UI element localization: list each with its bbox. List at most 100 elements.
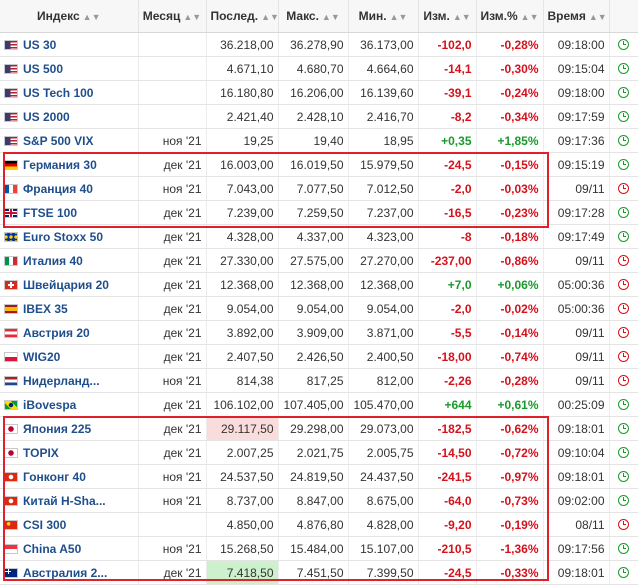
table-row[interactable]: TOPIX дек '21 2.007,25 2.021,75 2.005,75 -14,…: [0, 440, 638, 465]
index-name-cell[interactable]: China A50: [0, 536, 139, 561]
sort-icon[interactable]: ▲▼: [521, 12, 539, 22]
index-name-link[interactable]: IBEX 35: [23, 302, 68, 316]
index-name-link[interactable]: Euro Stoxx 50: [23, 230, 103, 244]
time-cell: 09:18:01: [543, 560, 610, 585]
index-name-link[interactable]: Гонконг 40: [23, 470, 86, 484]
index-name-link[interactable]: Швейцария 20: [23, 278, 109, 292]
column-header-low[interactable]: Мин. ▲▼: [348, 0, 419, 33]
column-header-high[interactable]: Макс. ▲▼: [278, 0, 349, 33]
index-name-cell[interactable]: Австрия 20: [0, 320, 139, 345]
month-cell: дек '21: [138, 248, 207, 273]
index-name-link[interactable]: CSI 300: [23, 518, 66, 532]
change-pct-cell: -0,62%: [476, 416, 544, 441]
change-cell: -5,5: [418, 320, 477, 345]
column-header-index[interactable]: Индекс ▲▼: [0, 0, 139, 33]
index-name-cell[interactable]: Китай H-Sha...: [0, 488, 139, 513]
index-name-link[interactable]: Франция 40: [23, 182, 93, 196]
table-row[interactable]: Швейцария 20 дек '21 12.368,00 12.368,00 12.…: [0, 272, 638, 297]
index-name-cell[interactable]: Швейцария 20: [0, 272, 139, 297]
index-name-cell[interactable]: Япония 225: [0, 416, 139, 441]
table-row[interactable]: CSI 300 4.850,00 4.876,80 4.828,00 -9,20 -0,1…: [0, 512, 638, 537]
index-name-link[interactable]: Италия 40: [23, 254, 83, 268]
sort-icon[interactable]: ▲▼: [453, 12, 471, 22]
sort-icon[interactable]: ▲▼: [83, 12, 101, 22]
table-row[interactable]: S&P 500 VIX ноя '21 19,25 19,40 18,95 +0,35 +1…: [0, 128, 638, 153]
column-header-change-pct[interactable]: Изм.% ▲▼: [476, 0, 544, 33]
change-pct-cell: -0,14%: [476, 320, 544, 345]
index-name-link[interactable]: FTSE 100: [23, 206, 77, 220]
flag-icon-jp: [4, 423, 18, 434]
index-name-cell[interactable]: US 30: [0, 32, 139, 57]
index-name-link[interactable]: China A50: [23, 542, 81, 556]
sort-icon[interactable]: ▲▼: [322, 12, 340, 22]
index-name-cell[interactable]: Euro Stoxx 50: [0, 224, 139, 249]
table-row[interactable]: Euro Stoxx 50 дек '21 4.328,00 4.337,00 4.32…: [0, 224, 638, 249]
index-name-cell[interactable]: S&P 500 VIX: [0, 128, 139, 153]
column-header-month[interactable]: Месяц ▲▼: [138, 0, 207, 33]
sort-icon[interactable]: ▲▼: [589, 12, 607, 22]
index-name-link[interactable]: US Tech 100: [23, 86, 93, 100]
sort-icon[interactable]: ▲▼: [183, 12, 201, 22]
table-row[interactable]: Гонконг 40 ноя '21 24.537,50 24.819,50 24.43…: [0, 464, 638, 489]
table-row[interactable]: iBovespa дек '21 106.102,00 107.405,00 105.4…: [0, 392, 638, 417]
index-name-link[interactable]: Австралия 2...: [23, 566, 107, 580]
sort-icon[interactable]: ▲▼: [261, 12, 279, 22]
column-header-time[interactable]: Время ▲▼: [543, 0, 610, 33]
index-name-link[interactable]: Германия 30: [23, 158, 97, 172]
table-row[interactable]: US Tech 100 16.180,80 16.206,00 16.139,60 -3…: [0, 80, 638, 105]
index-name-cell[interactable]: iBovespa: [0, 392, 139, 417]
index-name-cell[interactable]: FTSE 100: [0, 200, 139, 225]
index-name-link[interactable]: WIG20: [23, 350, 60, 364]
column-header-change[interactable]: Изм. ▲▼: [418, 0, 477, 33]
index-name-link[interactable]: US 2000: [23, 110, 70, 124]
index-name-link[interactable]: S&P 500 VIX: [23, 134, 94, 148]
table-row[interactable]: Германия 30 дек '21 16.003,00 16.019,50 15.9…: [0, 152, 638, 177]
table-row[interactable]: Австралия 2... дек '21 7.418,50 7.451,50 7.3…: [0, 560, 638, 585]
index-name-link[interactable]: US 500: [23, 62, 63, 76]
table-row[interactable]: US 500 4.671,10 4.680,70 4.664,60 -14,1 -0,30…: [0, 56, 638, 81]
table-row[interactable]: Италия 40 дек '21 27.330,00 27.575,00 27.270…: [0, 248, 638, 273]
index-name-cell[interactable]: Италия 40: [0, 248, 139, 273]
change-cell: +7,0: [418, 272, 477, 297]
table-row[interactable]: Франция 40 ноя '21 7.043,00 7.077,50 7.012,5…: [0, 176, 638, 201]
table-row[interactable]: Япония 225 дек '21 29.117,50 29.298,00 29.07…: [0, 416, 638, 441]
table-row[interactable]: US 2000 2.421,40 2.428,10 2.416,70 -8,2 -0,34…: [0, 104, 638, 129]
index-name-link[interactable]: US 30: [23, 38, 56, 52]
high-price-cell: 4.680,70: [278, 56, 349, 81]
month-cell: дек '21: [138, 320, 207, 345]
time-cell: 09:18:00: [543, 32, 610, 57]
index-name-cell[interactable]: Франция 40: [0, 176, 139, 201]
index-name-link[interactable]: TOPIX: [23, 446, 59, 460]
low-price-cell: 7.399,50: [348, 560, 419, 585]
high-price-cell: 24.819,50: [278, 464, 349, 489]
index-name-cell[interactable]: Гонконг 40: [0, 464, 139, 489]
table-row[interactable]: Китай H-Sha... ноя '21 8.737,00 8.847,00 8.6…: [0, 488, 638, 513]
flag-icon-us: [4, 63, 18, 74]
table-row[interactable]: IBEX 35 дек '21 9.054,00 9.054,00 9.054,00 -2…: [0, 296, 638, 321]
index-name-cell[interactable]: IBEX 35: [0, 296, 139, 321]
table-row[interactable]: Нидерланд... ноя '21 814,38 817,25 812,00 -2,…: [0, 368, 638, 393]
sort-icon[interactable]: ▲▼: [390, 12, 408, 22]
table-row[interactable]: US 30 36.218,00 36.278,90 36.173,00 -102,0 -0…: [0, 32, 638, 57]
market-status-cell: [609, 560, 638, 585]
table-row[interactable]: WIG20 дек '21 2.407,50 2.426,50 2.400,50 -18,…: [0, 344, 638, 369]
index-name-link[interactable]: iBovespa: [23, 398, 76, 412]
index-name-cell[interactable]: TOPIX: [0, 440, 139, 465]
table-row[interactable]: FTSE 100 дек '21 7.239,00 7.259,50 7.237,00-…: [0, 200, 638, 225]
index-name-link[interactable]: Япония 225: [23, 422, 91, 436]
index-name-cell[interactable]: CSI 300: [0, 512, 139, 537]
index-name-cell[interactable]: US 2000: [0, 104, 139, 129]
column-header-last[interactable]: Послед. ▲▼: [206, 0, 279, 33]
index-name-cell[interactable]: Нидерланд...: [0, 368, 139, 393]
index-name-cell[interactable]: WIG20: [0, 344, 139, 369]
change-cell: -2,0: [418, 176, 477, 201]
index-name-link[interactable]: Китай H-Sha...: [23, 494, 106, 508]
table-row[interactable]: Австрия 20 дек '21 3.892,00 3.909,00 3.871,0…: [0, 320, 638, 345]
index-name-cell[interactable]: US 500: [0, 56, 139, 81]
index-name-cell[interactable]: US Tech 100: [0, 80, 139, 105]
index-name-link[interactable]: Нидерланд...: [23, 374, 100, 388]
index-name-cell[interactable]: Австралия 2...: [0, 560, 139, 585]
index-name-link[interactable]: Австрия 20: [23, 326, 90, 340]
table-row[interactable]: China A50 ноя '21 15.268,50 15.484,00 15.107…: [0, 536, 638, 561]
index-name-cell[interactable]: Германия 30: [0, 152, 139, 177]
